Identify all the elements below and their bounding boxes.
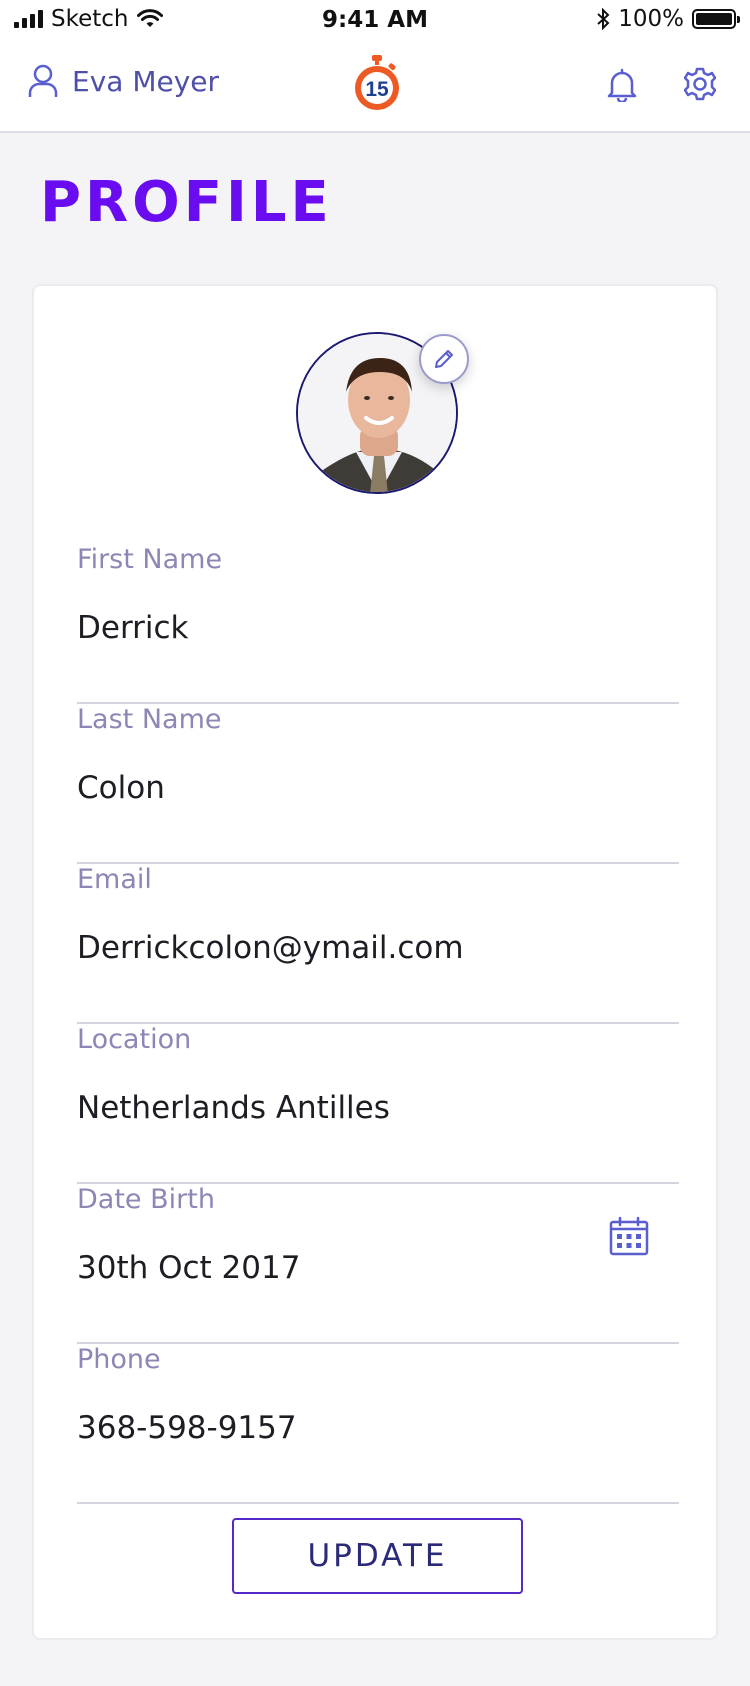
edit-avatar-button[interactable] — [419, 334, 469, 384]
date-birth-field[interactable]: Date Birth 30th Oct 2017 — [77, 1184, 679, 1344]
status-bar: Sketch 9:41 AM 100% — [0, 0, 750, 40]
calendar-icon[interactable] — [609, 1216, 649, 1256]
email-field[interactable]: Email Derrickcolon@ymail.com — [77, 864, 679, 1024]
first-name-label: First Name — [77, 544, 223, 575]
status-right: 100% — [596, 6, 740, 32]
logo-number: 15 — [365, 78, 389, 101]
battery-percent: 100% — [618, 6, 684, 32]
last-name-label: Last Name — [77, 704, 222, 735]
phone-value[interactable]: 368-598-9157 — [77, 1410, 297, 1446]
page-title: PROFILE — [40, 170, 333, 235]
nav-user[interactable]: Eva Meyer — [28, 64, 219, 98]
date-birth-label: Date Birth — [77, 1184, 215, 1215]
nav-bar: Eva Meyer 15 — [0, 40, 750, 133]
date-birth-value[interactable]: 30th Oct 2017 — [77, 1250, 300, 1286]
location-label: Location — [77, 1024, 192, 1055]
first-name-value[interactable]: Derrick — [77, 610, 189, 646]
battery-icon — [692, 9, 740, 29]
app-logo: 15 — [353, 55, 401, 113]
gear-icon[interactable] — [683, 67, 717, 101]
email-value[interactable]: Derrickcolon@ymail.com — [77, 930, 464, 966]
location-field[interactable]: Location Netherlands Antilles — [77, 1024, 679, 1184]
nav-user-name: Eva Meyer — [72, 64, 220, 98]
last-name-field[interactable]: Last Name Colon — [77, 704, 679, 864]
bluetooth-icon — [597, 8, 610, 30]
email-label: Email — [77, 864, 152, 895]
phone-label: Phone — [77, 1344, 161, 1375]
user-icon — [28, 64, 58, 97]
update-button[interactable]: UPDATE — [232, 1518, 523, 1594]
profile-card: First Name Derrick Last Name Colon Email… — [32, 284, 718, 1640]
location-value[interactable]: Netherlands Antilles — [77, 1090, 390, 1126]
battery-fill — [696, 13, 732, 25]
phone-field[interactable]: Phone 368-598-9157 — [77, 1344, 679, 1504]
first-name-field[interactable]: First Name Derrick — [77, 544, 679, 704]
last-name-value[interactable]: Colon — [77, 770, 165, 806]
pencil-icon — [435, 350, 453, 368]
bell-icon[interactable] — [607, 68, 637, 102]
avatar-wrap — [296, 332, 469, 494]
